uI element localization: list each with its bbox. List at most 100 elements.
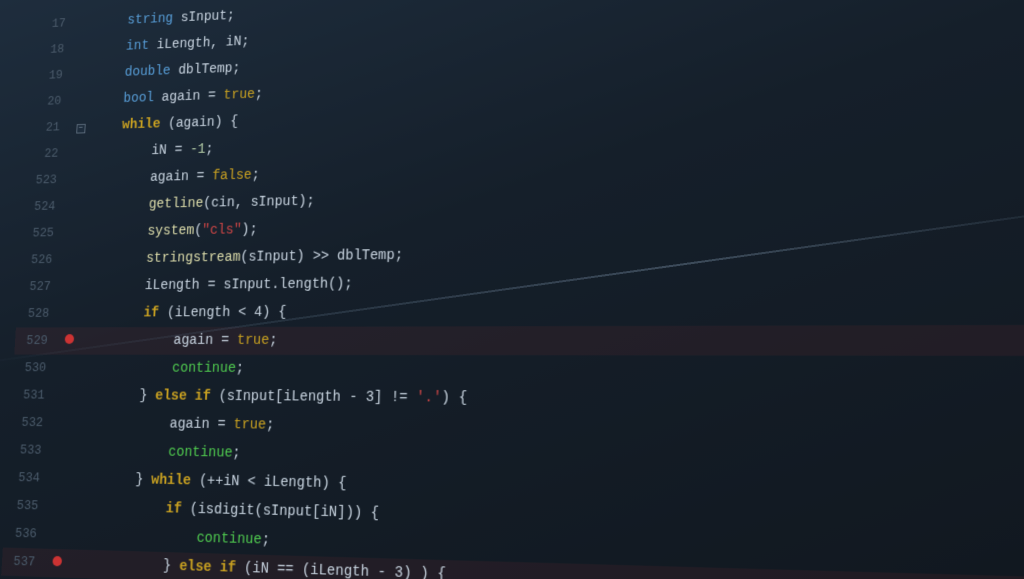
- token: [91, 118, 122, 134]
- line-number: 22: [25, 140, 73, 168]
- token: continue: [168, 445, 233, 462]
- code-text: again = true;: [76, 325, 1024, 356]
- token: bool: [123, 91, 154, 107]
- token: ) {: [441, 390, 467, 407]
- token: else if: [179, 559, 236, 577]
- line-number: 528: [16, 300, 64, 327]
- token: ;: [251, 168, 260, 184]
- token: false: [212, 168, 252, 184]
- line-number: 525: [21, 220, 69, 247]
- token: ;: [255, 87, 263, 103]
- token: again =: [89, 169, 213, 187]
- token: ;: [205, 142, 213, 158]
- token: [86, 224, 148, 240]
- line-number: 20: [29, 88, 77, 116]
- line-number: 537: [1, 547, 50, 577]
- token: [97, 13, 128, 29]
- token: (iLength < 4) {: [159, 305, 287, 321]
- line-number: 534: [6, 464, 55, 493]
- token: while: [151, 472, 192, 489]
- token: (again) {: [160, 114, 238, 132]
- token: [74, 443, 169, 460]
- line-number: 529: [14, 327, 62, 354]
- line-number: 530: [13, 355, 62, 382]
- line-gutter: [77, 77, 91, 78]
- token: double: [124, 64, 170, 81]
- line-number: 19: [30, 62, 77, 90]
- token: "cls": [202, 223, 242, 239]
- line-number: 533: [8, 436, 57, 464]
- line-number: 18: [32, 36, 79, 64]
- token: ;: [232, 445, 241, 461]
- line-gutter: [78, 51, 92, 52]
- token: '.': [416, 390, 442, 407]
- line-gutter[interactable]: [62, 334, 77, 344]
- token: again =: [154, 88, 224, 106]
- token: again =: [80, 333, 238, 349]
- line-number: 535: [5, 492, 54, 521]
- token: }: [72, 471, 151, 489]
- token: [96, 39, 127, 55]
- token: getline: [148, 196, 203, 212]
- token: (isdigit(sInput[iN])) {: [181, 501, 379, 522]
- token: ;: [261, 532, 270, 549]
- token: (sInput[iLength - 3] !=: [210, 389, 416, 407]
- token: (cin, sInput);: [203, 194, 315, 212]
- line-number: 532: [9, 409, 58, 437]
- token: (++iN < iLength) {: [191, 473, 347, 492]
- token: [84, 251, 146, 267]
- breakpoint-icon[interactable]: [52, 556, 62, 566]
- line-number: 21: [27, 114, 75, 142]
- token: -1: [190, 142, 206, 158]
- token: true: [237, 333, 270, 349]
- token: system: [147, 223, 194, 239]
- token: continue: [172, 361, 236, 377]
- line-gutter[interactable]: −: [74, 124, 89, 134]
- token: dblTemp;: [170, 61, 240, 79]
- token: else if: [155, 388, 211, 404]
- token: continue: [196, 530, 262, 548]
- line-number: 17: [33, 10, 80, 38]
- breakpoint-icon[interactable]: [65, 334, 75, 344]
- token: [69, 527, 197, 547]
- token: if: [143, 306, 159, 322]
- token: (iN == (iLength - 3) ) {: [236, 560, 447, 579]
- line-number: 524: [22, 193, 70, 220]
- token: ;: [236, 361, 245, 377]
- code-line: 528 if (iLength < 4) {: [16, 294, 1024, 328]
- line-number: 538: [0, 576, 49, 579]
- token: }: [68, 555, 180, 575]
- token: stringstream: [146, 250, 241, 267]
- fold-icon[interactable]: −: [76, 124, 85, 134]
- code-line: 529 again = true;: [14, 325, 1024, 356]
- token: [78, 361, 172, 377]
- token: (sInput) >> dblTemp;: [240, 248, 403, 266]
- token: );: [241, 222, 258, 238]
- token: }: [77, 388, 156, 404]
- token: ;: [266, 417, 275, 433]
- line-number: 527: [18, 273, 66, 300]
- line-gutter: [80, 25, 94, 26]
- code-text: if (iLength < 4) {: [77, 294, 1024, 327]
- token: iLength = sInput.length();: [83, 276, 353, 294]
- token: while: [122, 117, 161, 133]
- token: [93, 92, 124, 108]
- token: int: [126, 38, 150, 54]
- token: [94, 66, 125, 82]
- line-number: 531: [11, 382, 60, 410]
- token: iLength, iN;: [149, 34, 250, 53]
- token: string: [127, 11, 173, 28]
- token: [87, 197, 149, 213]
- code-editor: 17 string sInput; 18 int iLength, iN; 19 d…: [0, 0, 1024, 579]
- token: true: [223, 87, 255, 103]
- line-number: 523: [24, 167, 72, 194]
- token: true: [233, 417, 266, 434]
- token: if: [165, 501, 182, 518]
- token: ;: [269, 333, 278, 349]
- token: sInput;: [173, 9, 235, 27]
- token: [81, 306, 144, 322]
- line-gutter[interactable]: [50, 556, 65, 567]
- line-number: 526: [19, 246, 67, 273]
- token: again =: [75, 416, 234, 434]
- code-container: 17 string sInput; 18 int iLength, iN; 19 d…: [0, 0, 1024, 579]
